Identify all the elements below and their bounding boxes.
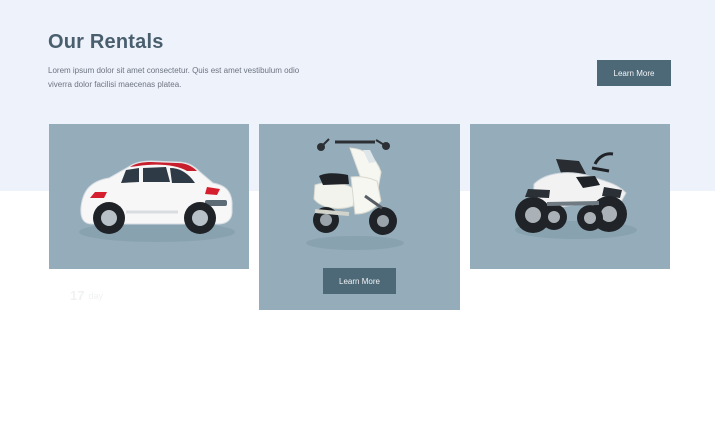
faint-label: day	[88, 290, 103, 301]
scooter-image	[306, 138, 404, 250]
rental-card-car[interactable]	[49, 124, 249, 269]
card-learn-more-button[interactable]: Learn More	[323, 268, 396, 294]
car-image	[79, 160, 235, 242]
learn-more-button[interactable]: Learn More	[597, 60, 671, 86]
section-description: Lorem ipsum dolor sit amet consectetur. …	[48, 66, 300, 89]
rental-card-scooter[interactable]: Learn More	[259, 124, 460, 310]
atv-image	[515, 152, 637, 239]
rental-card-atv[interactable]	[470, 124, 670, 269]
faint-number: 17	[70, 288, 85, 303]
faint-overlay-text: 17 day	[70, 288, 103, 303]
page-title: Our Rentals	[48, 31, 164, 53]
